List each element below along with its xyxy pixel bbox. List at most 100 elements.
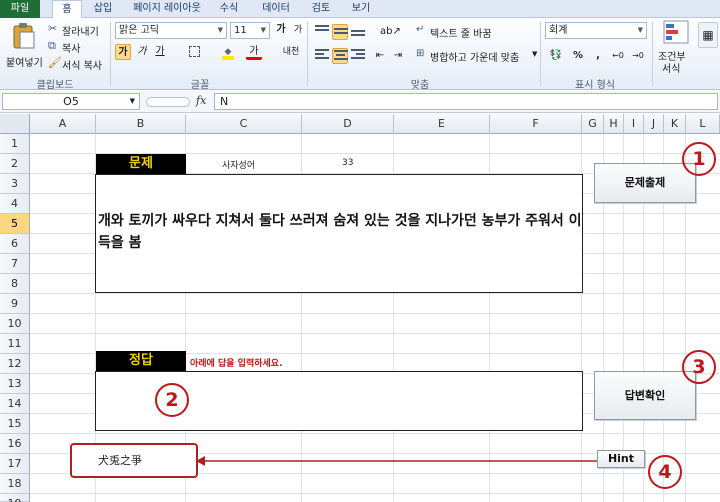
increase-indent-icon: ⇥ [393,50,403,61]
underline-button[interactable]: 가 [152,44,168,60]
column-header[interactable]: C [186,114,302,134]
column-header[interactable]: G [582,114,604,134]
table-format-button[interactable]: ▦ [698,22,718,48]
comma-button[interactable]: , [590,48,606,64]
count-value: 33 [342,158,354,168]
align-top-button[interactable] [314,24,330,40]
tab-view[interactable]: 보기 [346,0,376,18]
row-header[interactable]: 16 [0,434,30,454]
chevron-down-icon: ▼ [217,26,223,34]
font-name-value: 맑은 고딕 [119,25,159,36]
tab-data[interactable]: 데이터 [256,0,296,18]
question-label: 문제 [96,154,186,174]
select-all-corner[interactable] [0,114,30,134]
tab-page-layout[interactable]: 페이지 레이아웃 [124,0,210,18]
currency-button[interactable]: 💱 [546,48,566,64]
border-icon [188,46,200,57]
cut-button[interactable]: ✂ 잘라내기 [48,22,108,38]
decrease-indent-icon: ⇤ [375,50,385,61]
font-size-select[interactable]: 11 ▼ [230,22,270,39]
hint-display: 犬兎之爭 [70,443,198,478]
row-header[interactable]: 17 [0,454,30,474]
percent-button[interactable]: % [570,48,586,64]
cut-label: 잘라내기 [62,27,99,38]
formula-splitter[interactable] [146,97,190,107]
align-center-button[interactable] [332,48,348,64]
wrap-text-button[interactable]: ↵ 텍스트 줄 바꿈 [416,24,512,40]
row-header[interactable]: 3 [0,174,30,194]
shrink-font-button[interactable]: 가 [290,22,306,38]
decrease-indent-button[interactable]: ⇤ [372,48,388,64]
row-header[interactable]: 12 [0,354,30,374]
column-header[interactable]: F [490,114,582,134]
format-painter-button[interactable]: 🖌 서식 복사 [48,56,110,72]
tab-insert[interactable]: 삽입 [88,0,118,18]
row-header[interactable]: 4 [0,194,30,214]
conditional-format-icon [663,20,689,44]
hint-button[interactable]: Hint [597,450,645,468]
merge-icon: ⊞ [416,48,425,59]
tab-formulas[interactable]: 수식 [214,0,244,18]
gridline [30,333,720,334]
wrap-text-label: 텍스트 줄 바꿈 [430,29,492,40]
conditional-format-button[interactable]: 조건부 서식 [656,20,696,75]
row-header[interactable]: 2 [0,154,30,174]
row-header[interactable]: 7 [0,254,30,274]
name-box[interactable]: O5 ▼ [2,93,140,110]
column-header[interactable]: H [604,114,624,134]
column-header[interactable]: J [644,114,664,134]
tab-review[interactable]: 검토 [306,0,336,18]
column-header[interactable]: A [30,114,96,134]
table-icon: ▦ [702,28,714,42]
wrap-text-icon: ↵ [416,24,425,35]
column-header[interactable]: K [664,114,686,134]
column-header[interactable]: D [302,114,394,134]
merge-center-button[interactable]: ⊞ 병합하고 가운데 맞춤 ▼ [416,48,540,64]
tab-file[interactable]: 파일 [0,0,40,18]
grow-font-button[interactable]: 가 [273,22,289,38]
generate-question-button[interactable]: 문제출제 [594,163,696,203]
copy-button[interactable]: ⧉ 복사 [48,39,108,55]
font-color-button[interactable]: 가 [246,44,262,60]
bold-button[interactable]: 가 [115,44,131,60]
align-center-icon [334,50,348,62]
formula-input[interactable]: N [214,93,718,110]
italic-button[interactable]: 가 [134,44,150,60]
border-button[interactable] [186,44,202,60]
increase-indent-button[interactable]: ⇥ [390,48,406,64]
insert-function-icon[interactable]: fx [196,94,206,107]
align-middle-button[interactable] [332,24,348,40]
align-left-button[interactable] [314,48,330,64]
row-header[interactable]: 8 [0,274,30,294]
increase-decimal-button[interactable]: ←0 [610,48,626,64]
row-header[interactable]: 6 [0,234,30,254]
decrease-decimal-button[interactable]: →0 [630,48,646,64]
row-header[interactable]: 11 [0,334,30,354]
font-name-select[interactable]: 맑은 고딕 ▼ [115,22,227,39]
tab-home[interactable]: 홈 [52,0,82,19]
column-header[interactable]: I [624,114,644,134]
row-header[interactable]: 14 [0,394,30,414]
row-header[interactable]: 10 [0,314,30,334]
row-header-selected[interactable]: 5 [0,214,30,234]
number-format-value: 회계 [549,25,568,36]
row-header[interactable]: 15 [0,414,30,434]
check-answer-button[interactable]: 답변확인 [594,371,696,420]
row-header[interactable]: 19 [0,494,30,502]
phonetic-button[interactable]: 내천 [280,44,302,60]
number-format-select[interactable]: 회계 ▼ [545,22,647,39]
column-header[interactable]: B [96,114,186,134]
orientation-button[interactable]: ab↗ [380,24,401,40]
paste-button[interactable]: 붙여넣기 [6,22,43,69]
column-header[interactable]: E [394,114,490,134]
row-header[interactable]: 18 [0,474,30,494]
align-right-button[interactable] [350,48,366,64]
column-header[interactable]: L [686,114,720,134]
row-header[interactable]: 1 [0,134,30,154]
fill-bucket-icon: ◆ [222,48,234,60]
fill-color-button[interactable]: ◆ [220,44,236,60]
row-header[interactable]: 9 [0,294,30,314]
align-bottom-button[interactable] [350,24,366,40]
arrow-icon [196,456,600,466]
row-header[interactable]: 13 [0,374,30,394]
